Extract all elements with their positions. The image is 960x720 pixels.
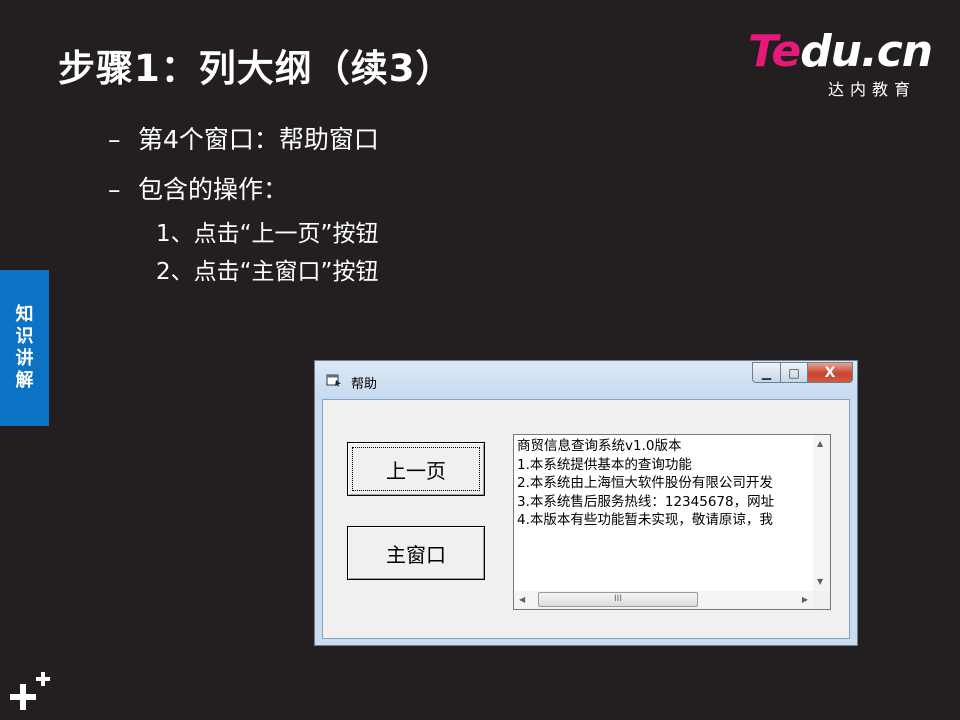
sub-item: 1、点击“上一页”按钮 (156, 221, 379, 247)
window-title: 帮助 (351, 377, 378, 392)
close-button[interactable]: X (807, 362, 853, 383)
textbox-line: 商贸信息查询系统v1.0版本 (517, 438, 682, 454)
window-client-area: 上一页 主窗口 商贸信息查询系统v1.0版本 1.本系统提供基本的查询功能 2.… (322, 399, 850, 639)
textbox-line: 4.本版本有些功能暂未实现，敬请原谅，我 (517, 512, 773, 528)
textbox-content: 商贸信息查询系统v1.0版本 1.本系统提供基本的查询功能 2.本系统由上海恒大… (517, 437, 809, 589)
help-window: 帮助 ▁ □ X 上一页 主窗口 商贸信息查询系统v1.0版本 1.本系统提供基… (314, 360, 858, 646)
window-titlebar[interactable]: 帮助 ▁ □ X (315, 361, 857, 399)
sub-item: 2、点击“主窗口”按钮 (156, 259, 379, 285)
scroll-down-icon[interactable]: ▼ (817, 577, 823, 587)
horizontal-scrollbar[interactable]: ◀ III ▶ (514, 591, 813, 609)
logo-subtitle: 达内教育 (828, 80, 917, 99)
scroll-left-icon[interactable]: ◀ (519, 595, 525, 605)
slide-title: 步骤1：列大纲（续3） (58, 47, 454, 90)
bullet-item: – 包含的操作： (108, 175, 289, 204)
window-app-icon (326, 374, 341, 387)
plus-icon (10, 672, 50, 710)
textbox-line: 1.本系统提供基本的查询功能 (517, 456, 692, 473)
scroll-right-icon[interactable]: ▶ (802, 595, 808, 605)
maximize-button[interactable]: □ (780, 362, 807, 383)
prev-page-button[interactable]: 上一页 (347, 442, 485, 496)
bullet-item: – 第4个窗口：帮助窗口 (108, 125, 379, 154)
scroll-thumb[interactable]: III (538, 592, 698, 607)
textbox-line: 2.本系统由上海恒大软件股份有限公司开发 (517, 475, 773, 491)
vertical-scrollbar[interactable]: ▲ ▼ (813, 435, 830, 591)
scrollbar-corner (813, 591, 830, 609)
textbox-line: 3.本系统售后服务热线：12345678，网址 (517, 493, 775, 510)
scroll-up-icon[interactable]: ▲ (817, 439, 823, 449)
logo-wordmark: Tedu.cn (748, 26, 933, 77)
info-textbox[interactable]: 商贸信息查询系统v1.0版本 1.本系统提供基本的查询功能 2.本系统由上海恒大… (513, 434, 831, 610)
main-window-button[interactable]: 主窗口 (347, 526, 485, 580)
side-tab-knowledge: 知 识 讲 解 (0, 270, 49, 426)
minimize-button[interactable]: ▁ (752, 362, 780, 383)
tedu-logo: Tedu.cn 达内教育 (748, 26, 938, 106)
